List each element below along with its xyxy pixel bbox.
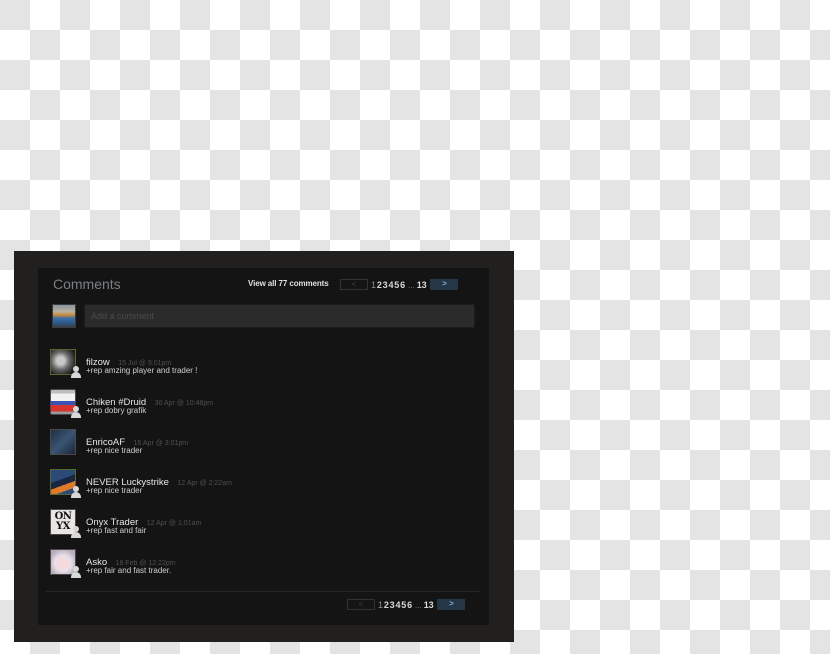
page-link[interactable]: 4 [395, 600, 400, 610]
avatar-image[interactable] [50, 429, 76, 455]
comments-header: Comments View all 77 comments < 1 2 3 4 … [38, 268, 489, 300]
next-page-button[interactable]: > [437, 599, 466, 610]
comment-text: +rep dobry grafik [86, 406, 147, 415]
comment-list: filzow 15 Jul @ 9:01pm +rep amzing playe… [50, 349, 477, 589]
comment-text: +rep fast and fair [86, 526, 147, 535]
comment-item: Chiken #Druid 30 Apr @ 10:48pm +rep dobr… [50, 389, 477, 429]
page-ellipsis: ... [407, 279, 415, 290]
page-link[interactable]: 5 [401, 600, 406, 610]
comment-avatar[interactable]: ON YX [50, 509, 81, 538]
next-page-button[interactable]: > [430, 279, 459, 290]
comment-avatar[interactable] [50, 349, 81, 378]
page-link[interactable]: 5 [394, 280, 399, 290]
view-all-comments-link[interactable]: View all 77 comments [248, 279, 329, 288]
comment-item: Asko 18 Feb @ 12:22pm +rep fair and fast… [50, 549, 477, 589]
page-links: 1 2 3 4 5 6 ... 13 [375, 600, 437, 610]
section-title: Comments [53, 276, 121, 292]
comments-panel: Comments View all 77 comments < 1 2 3 4 … [38, 268, 489, 625]
page-links: 1 2 3 4 5 6 ... 13 [368, 280, 430, 290]
comment-text: +rep amzing player and trader ! [86, 366, 198, 375]
comment-text: +rep fair and fast trader. [86, 566, 172, 575]
comment-timestamp: 30 Apr @ 10:48pm [154, 400, 214, 407]
page-link[interactable]: 6 [400, 280, 405, 290]
pagination-top: < 1 2 3 4 5 6 ... 13 > [340, 279, 459, 290]
page-current: 1 [378, 599, 383, 610]
comment-composer [52, 304, 475, 328]
comment-item: NEVER Luckystrike 12 Apr @ 2:22am +rep n… [50, 469, 477, 509]
page-link[interactable]: 3 [390, 600, 395, 610]
friend-icon [70, 406, 82, 418]
friend-icon [70, 526, 82, 538]
pagination-bottom: < 1 2 3 4 5 6 ... 13 > [347, 599, 466, 610]
comment-timestamp: 12 Apr @ 1:01am [146, 520, 202, 527]
comments-frame: Comments View all 77 comments < 1 2 3 4 … [14, 251, 514, 642]
page-link-last[interactable]: 13 [417, 280, 427, 290]
prev-page-button[interactable]: < [340, 279, 368, 290]
page-link[interactable]: 2 [377, 280, 382, 290]
comment-timestamp: 12 Apr @ 2:22am [177, 480, 232, 487]
page-link-last[interactable]: 13 [424, 600, 434, 610]
comment-input[interactable] [84, 304, 475, 328]
comment-item: filzow 15 Jul @ 9:01pm +rep amzing playe… [50, 349, 477, 389]
page-ellipsis: ... [414, 599, 422, 610]
friend-icon [70, 566, 82, 578]
page-link[interactable]: 4 [388, 280, 393, 290]
page-current: 1 [371, 279, 376, 290]
divider [46, 591, 481, 592]
comment-avatar[interactable] [50, 549, 81, 578]
page-link[interactable]: 6 [407, 600, 412, 610]
comment-item: ON YX Onyx Trader 12 Apr @ 1:01am +rep f… [50, 509, 477, 549]
comment-avatar[interactable] [50, 389, 81, 418]
friend-icon [70, 366, 82, 378]
comment-text: +rep nice trader [86, 486, 143, 495]
prev-page-button[interactable]: < [347, 599, 375, 610]
comment-item: EnricoAF 16 Apr @ 3:01pm +rep nice trade… [50, 429, 477, 469]
page-link[interactable]: 3 [383, 280, 388, 290]
comment-avatar[interactable] [50, 429, 76, 455]
comment-avatar[interactable] [50, 469, 81, 498]
page-link[interactable]: 2 [384, 600, 389, 610]
user-avatar[interactable] [52, 304, 76, 328]
comment-text: +rep nice trader [86, 446, 143, 455]
friend-icon [70, 486, 82, 498]
